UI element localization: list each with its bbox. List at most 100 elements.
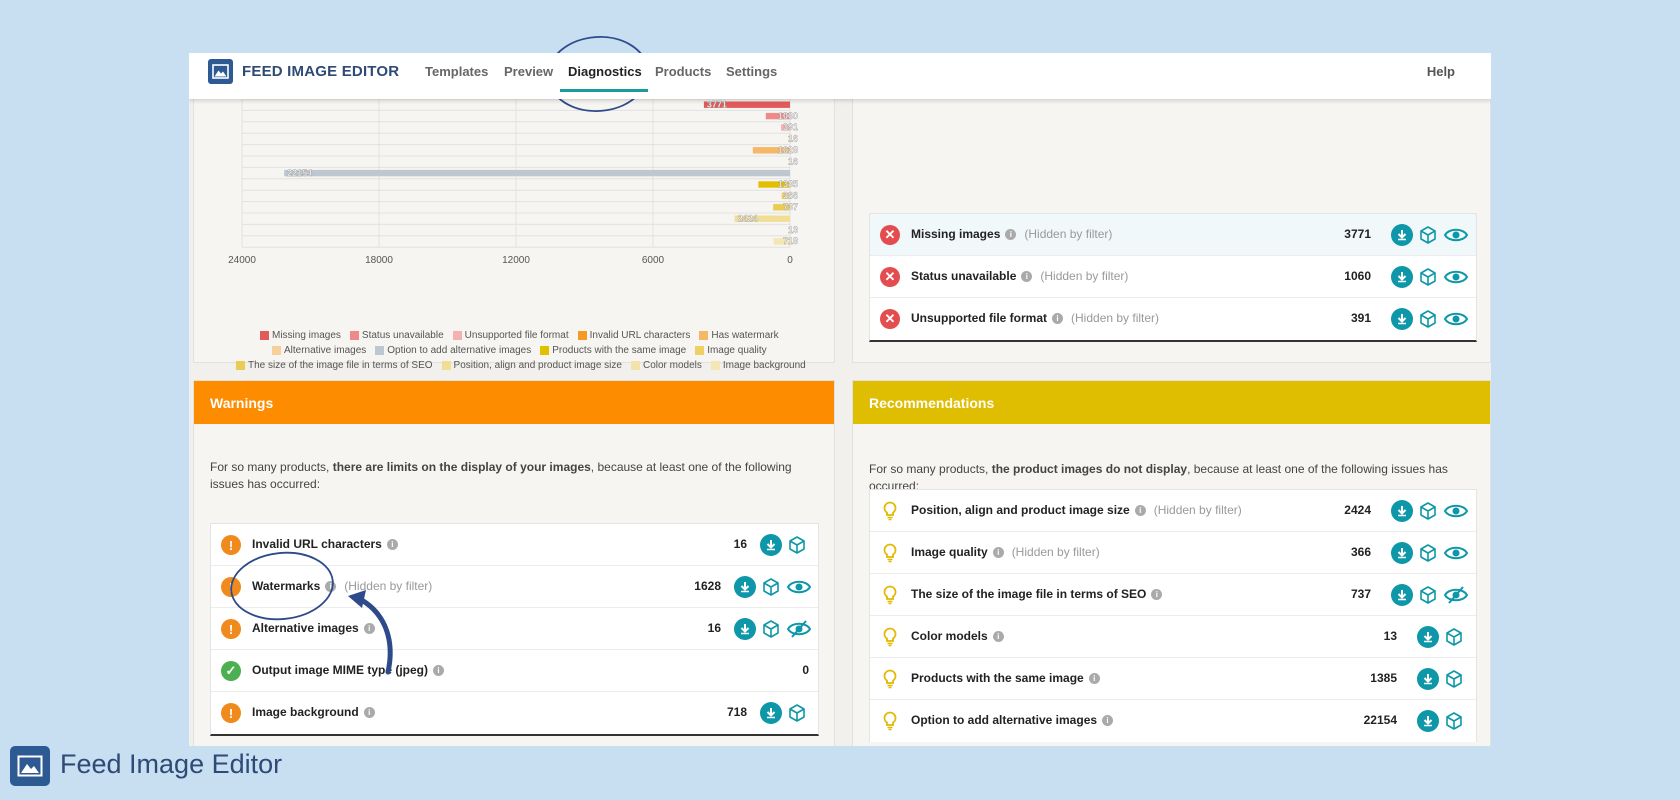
box-icon[interactable] <box>1443 626 1465 648</box>
info-icon[interactable]: i <box>363 623 375 634</box>
nav-help[interactable]: Help <box>1427 64 1455 79</box>
nav-diagnostics[interactable]: Diagnostics <box>568 64 642 79</box>
table-row[interactable]: Color models i 13 <box>870 616 1476 658</box>
download-icon[interactable] <box>1417 626 1439 648</box>
brand[interactable]: FEED IMAGE EDITOR <box>208 59 399 84</box>
table-row[interactable]: ! Image background i 718 <box>211 692 818 734</box>
legend-label: Position, align and product image size <box>453 360 622 371</box>
row-label: Invalid URL characters <box>252 537 382 551</box>
x-tick-label: 0 <box>787 255 793 266</box>
bar-value-label: 1385 <box>778 179 798 189</box>
lightbulb-icon <box>880 543 900 563</box>
download-icon[interactable] <box>1391 542 1413 564</box>
download-icon[interactable] <box>734 618 756 640</box>
info-icon[interactable]: i <box>992 547 1004 558</box>
download-icon[interactable] <box>1417 668 1439 690</box>
table-row[interactable]: ! Invalid URL characters i 16 <box>211 524 818 566</box>
box-icon[interactable] <box>1417 500 1439 522</box>
legend-swatch <box>710 361 720 370</box>
box-icon[interactable] <box>760 618 782 640</box>
box-icon[interactable] <box>1417 542 1439 564</box>
box-icon[interactable] <box>1417 224 1439 246</box>
errors-panel: ✕ Missing images i (Hidden by filter) 3771… <box>852 93 1491 363</box>
download-icon[interactable] <box>734 576 756 598</box>
row-label: Watermarks <box>252 579 321 593</box>
info-icon[interactable]: i <box>1151 589 1163 600</box>
download-icon[interactable] <box>1391 224 1413 246</box>
eye-icon[interactable] <box>1443 224 1469 246</box>
table-row[interactable]: ✕ Missing images i (Hidden by filter) 3771 <box>870 214 1476 256</box>
nav-preview[interactable]: Preview <box>504 64 553 79</box>
row-label: Color models <box>911 629 988 643</box>
download-icon[interactable] <box>1417 710 1439 732</box>
eye-slash-icon[interactable] <box>786 618 812 640</box>
nav-products[interactable]: Products <box>655 64 711 79</box>
x-tick-label: 18000 <box>365 255 393 266</box>
info-icon[interactable]: i <box>1134 505 1146 516</box>
download-icon[interactable] <box>1391 584 1413 606</box>
lightbulb-icon <box>880 585 900 605</box>
info-icon[interactable]: i <box>386 539 398 550</box>
box-icon[interactable] <box>1417 308 1439 330</box>
chart-bar <box>284 169 790 177</box>
eye-icon[interactable] <box>1443 266 1469 288</box>
info-icon[interactable]: i <box>1102 715 1114 726</box>
bar-value-label: 16 <box>788 156 798 166</box>
recommendations-header: Recommendations <box>853 381 1490 424</box>
x-tick-label: 24000 <box>228 255 256 266</box>
download-icon[interactable] <box>1391 500 1413 522</box>
info-icon[interactable]: i <box>363 707 375 718</box>
nav-templates[interactable]: Templates <box>425 64 488 79</box>
info-icon[interactable]: i <box>992 631 1004 642</box>
box-icon[interactable] <box>1443 710 1465 732</box>
table-row[interactable]: Option to add alternative images i 22154 <box>870 700 1476 742</box>
box-icon[interactable] <box>760 576 782 598</box>
error-x-icon: ✕ <box>880 225 900 245</box>
row-count: 0 <box>802 663 809 677</box>
download-icon[interactable] <box>1391 308 1413 330</box>
info-icon[interactable]: i <box>1052 313 1064 324</box>
table-row[interactable]: ! Alternative images i 16 <box>211 608 818 650</box>
row-count: 16 <box>707 621 721 635</box>
row-count: 1628 <box>694 579 721 593</box>
legend-row-1: Missing images Status unavailable Unsupp… <box>260 330 779 341</box>
box-icon[interactable] <box>1417 584 1439 606</box>
eye-icon[interactable] <box>786 576 812 598</box>
eye-icon[interactable] <box>1443 500 1469 522</box>
info-icon[interactable]: i <box>325 581 337 592</box>
hidden-note: (Hidden by filter) <box>1024 227 1113 241</box>
legend-swatch <box>349 331 359 340</box>
table-row[interactable]: Image quality i (Hidden by filter) 366 <box>870 532 1476 574</box>
legend-swatch <box>452 331 462 340</box>
eye-icon[interactable] <box>1443 542 1469 564</box>
info-icon[interactable]: i <box>1088 673 1100 684</box>
download-icon[interactable] <box>760 534 782 556</box>
download-icon[interactable] <box>760 702 782 724</box>
info-icon[interactable]: i <box>1021 271 1033 282</box>
check-icon: ✓ <box>221 661 241 681</box>
info-icon[interactable]: i <box>1005 229 1017 240</box>
table-row[interactable]: ✕ Unsupported file format i (Hidden by fil… <box>870 298 1476 340</box>
box-icon[interactable] <box>786 702 808 724</box>
download-icon[interactable] <box>1391 266 1413 288</box>
row-label: Unsupported file format <box>911 311 1048 325</box>
eye-slash-icon[interactable] <box>1443 584 1469 606</box>
hidden-note: (Hidden by filter) <box>1153 503 1242 517</box>
bar-value-label: 737 <box>783 202 798 212</box>
row-count: 366 <box>1350 545 1371 559</box>
box-icon[interactable] <box>1417 266 1439 288</box>
table-row[interactable]: Position, align and product image size i (… <box>870 490 1476 532</box>
box-icon[interactable] <box>1443 668 1465 690</box>
legend-label: Products with the same image <box>552 345 687 356</box>
table-row[interactable]: ✓ Output image MIME type (jpeg) i 0 <box>211 650 818 692</box>
table-row[interactable]: ! Watermarks i (Hidden by filter) 1628 <box>211 566 818 608</box>
row-count: 13 <box>1383 629 1397 643</box>
table-row[interactable]: Products with the same image i 1385 <box>870 658 1476 700</box>
table-row[interactable]: ✕ Status unavailable i (Hidden by filter) … <box>870 256 1476 298</box>
box-icon[interactable] <box>786 534 808 556</box>
row-count: 16 <box>733 537 747 551</box>
table-row[interactable]: The size of the image file in terms of S… <box>870 574 1476 616</box>
info-icon[interactable]: i <box>433 665 444 676</box>
nav-settings[interactable]: Settings <box>726 64 777 79</box>
eye-icon[interactable] <box>1443 308 1469 330</box>
